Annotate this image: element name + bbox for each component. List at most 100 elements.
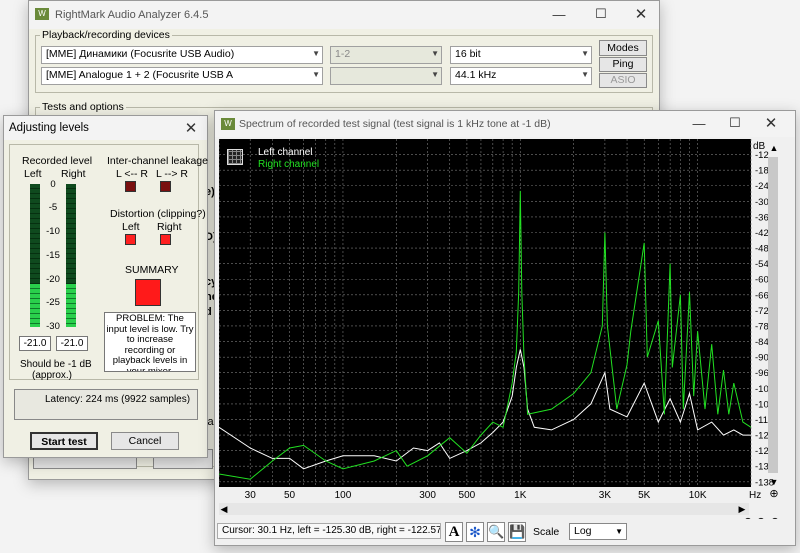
scroll-left-icon[interactable]: ◀ (217, 502, 231, 516)
summary-label: SUMMARY (125, 264, 179, 276)
y-tick-label: -96 (755, 368, 769, 379)
scale-label: Scale (533, 526, 560, 538)
channels-select-2: ▼ (330, 67, 442, 85)
y-tick-label: -42 (755, 228, 769, 239)
color-palette-icon[interactable]: ✻ (466, 522, 484, 542)
close-icon[interactable]: ✕ (751, 114, 791, 132)
search-icon[interactable]: 🔍 (487, 522, 505, 542)
x-tick-label: 3K (599, 490, 612, 501)
playback-device-select[interactable]: [MME] Динамики (Focusrite USB Audio) ▼ (41, 46, 323, 64)
modes-button[interactable]: Modes (599, 40, 647, 56)
y-tick-label: -90 (755, 353, 769, 364)
spectrum-plot-container: -12 -18 -24 -30 -36 -42 -48 -54 -60 -66 -72 -78 -84-… (217, 139, 781, 528)
leak-right-label: L --> R (156, 168, 188, 180)
close-icon[interactable]: ✕ (621, 5, 661, 23)
chevron-down-icon: ▼ (431, 70, 439, 79)
legend-icon (227, 149, 243, 165)
y-tick-label: -18 (755, 166, 769, 177)
adjust-dialog: Adjusting levels ✕ Recorded level Left R… (3, 115, 208, 458)
recording-device-select[interactable]: [MME] Analogue 1 + 2 (Focusrite USB A ▼ (41, 67, 323, 85)
maximize-icon[interactable]: ☐ (581, 6, 621, 22)
main-titlebar: W RightMark Audio Analyzer 6.4.5 — ☐ ✕ (29, 1, 659, 29)
y-tick-label: -54 (755, 259, 769, 270)
level-scale-tick: -10 (46, 226, 60, 237)
maximize-icon[interactable]: ☐ (715, 115, 755, 131)
spectrum-chart: -12-18-24-30-36-42-48-54-60-66-72-78-84-… (219, 139, 774, 501)
dist-left-label: Left (122, 221, 140, 233)
vertical-scrollbar-thumb[interactable] (768, 157, 778, 473)
x-tick-label: 300 (419, 490, 436, 501)
minimize-icon[interactable]: — (679, 116, 719, 131)
spectrum-titlebar: W Spectrum of recorded test signal (test… (215, 111, 795, 137)
level-scale-tick: -15 (46, 250, 60, 261)
adjust-title: Adjusting levels (9, 122, 89, 134)
start-test-button[interactable]: Start test (30, 432, 98, 450)
level-scale-tick: -20 (46, 274, 60, 285)
minimize-icon[interactable]: — (539, 7, 579, 22)
dist-right-led (160, 234, 171, 245)
cursor-readout: Cursor: 30.1 Hz, left = -125.30 dB, righ… (217, 523, 441, 539)
db-unit-label: dB (753, 141, 766, 152)
x-tick-label: 10K (689, 490, 707, 501)
tests-group-label: Tests and options (40, 101, 126, 113)
problem-text: PROBLEM: The input level is low. Try to … (104, 312, 196, 372)
channels-select: 1-2 ▼ (330, 46, 442, 64)
hz-unit-label: Hz (749, 490, 762, 501)
level-scale-tick: 0 (50, 179, 56, 190)
latency-box: Latency: 224 ms (9922 samples) (14, 389, 198, 420)
recorded-level-label: Recorded level (22, 155, 93, 167)
adjust-titlebar: Adjusting levels ✕ (4, 116, 207, 140)
sample-rate-select[interactable]: 44.1 kHz ▼ (450, 67, 592, 85)
latency-text: Latency: 224 ms (9922 samples) (45, 394, 191, 405)
chevron-down-icon: ▼ (312, 49, 320, 58)
devices-group-label: Playback/recording devices (40, 29, 172, 41)
scroll-up-icon[interactable]: ▲ (767, 141, 781, 155)
level-scale-tick: -25 (46, 297, 60, 308)
right-meter-label: Right (61, 168, 86, 180)
chevron-down-icon: ▼ (581, 49, 589, 58)
y-tick-label: -36 (755, 212, 769, 223)
cancel-button[interactable]: Cancel (111, 432, 179, 450)
app-logo-icon: W (35, 8, 49, 20)
y-tick-label: -78 (755, 321, 769, 332)
right-level-fill (66, 284, 76, 327)
right-level-value: -21.0 (56, 336, 88, 351)
x-tick-label: 5K (638, 490, 651, 501)
left-level-fill (30, 284, 40, 327)
distortion-label: Distortion (clipping?) (110, 208, 206, 220)
chevron-down-icon: ▼ (581, 70, 589, 79)
font-button[interactable]: A (445, 522, 463, 542)
chevron-down-icon: ▼ (431, 49, 439, 58)
legend-right-channel: Right channel (258, 159, 320, 170)
chevron-down-icon: ▼ (312, 70, 320, 79)
x-tick-label: 30 (245, 490, 257, 501)
app-logo-icon: W (221, 118, 235, 130)
leakage-label: Inter-channel leakage (107, 155, 208, 167)
leak-right-led (160, 181, 171, 192)
left-meter-label: Left (24, 168, 42, 180)
spectrum-title: Spectrum of recorded test signal (test s… (239, 118, 551, 130)
right-level-meter (66, 184, 76, 327)
scale-select[interactable]: Log ▼ (569, 523, 627, 540)
horizontal-scrollbar[interactable] (219, 503, 749, 515)
scroll-right-icon[interactable]: ▶ (735, 502, 749, 516)
chevron-down-icon: ▼ (615, 527, 623, 536)
save-icon[interactable]: 💾 (508, 522, 526, 542)
spectrum-window: W Spectrum of recorded test signal (test… (214, 110, 796, 546)
leak-left-label: L <-- R (116, 168, 148, 180)
y-tick-label: -66 (755, 290, 769, 301)
close-icon[interactable]: ✕ (176, 119, 206, 137)
y-tick-label: -30 (755, 197, 769, 208)
x-tick-label: 100 (335, 490, 352, 501)
y-tick-label: -84 (755, 337, 769, 348)
y-tick-label: -24 (755, 181, 769, 192)
y-tick-label: -60 (755, 275, 769, 286)
zoom-in-corner-icon[interactable]: ⊕ (767, 487, 781, 501)
x-tick-label: 500 (459, 490, 476, 501)
bit-depth-select[interactable]: 16 bit ▼ (450, 46, 592, 64)
asio-button: ASIO (599, 73, 647, 88)
x-tick-label: 1K (514, 490, 527, 501)
approx-text: (approx.) (32, 370, 73, 381)
y-tick-label: -72 (755, 306, 769, 317)
ping-button[interactable]: Ping (599, 57, 647, 72)
